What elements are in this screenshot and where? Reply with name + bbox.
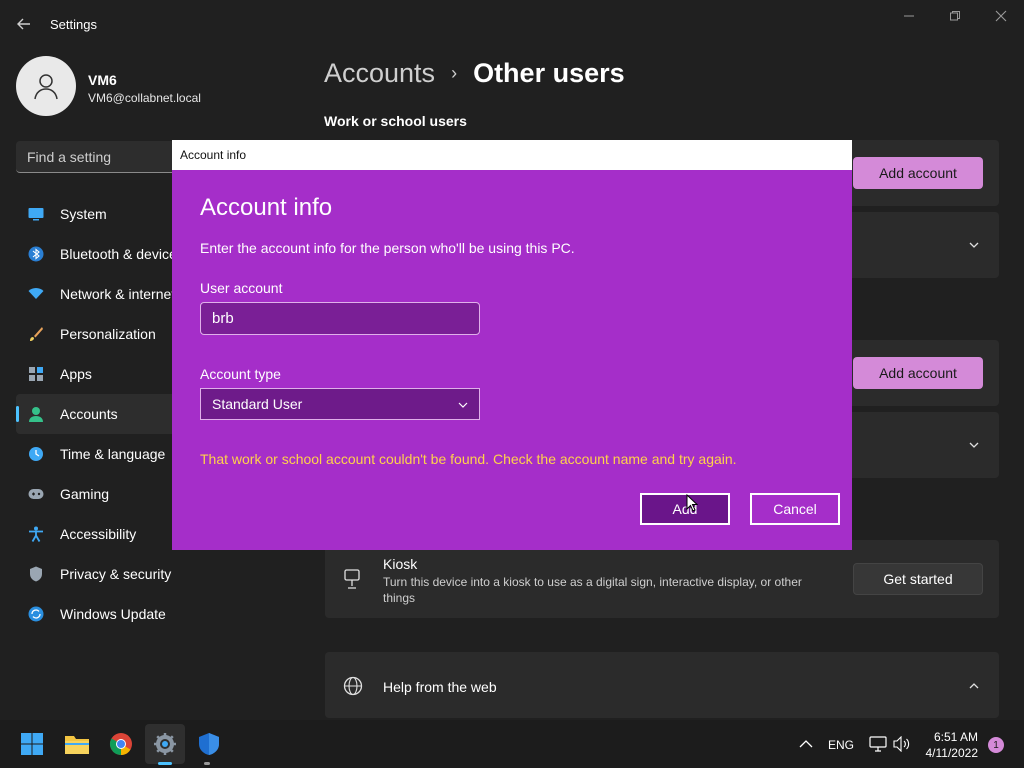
close-icon <box>995 10 1007 22</box>
active-indicator <box>158 762 172 765</box>
folder-icon <box>65 736 89 754</box>
monitor-icon <box>28 206 44 222</box>
sidebar-item-label: Gaming <box>60 486 110 502</box>
account-type-label: Account type <box>200 366 281 382</box>
volume-icon[interactable] <box>893 736 911 752</box>
chevron-up-icon[interactable] <box>968 680 980 692</box>
section-title: Work or school users <box>324 113 467 129</box>
gear-icon <box>154 733 176 755</box>
sidebar-item-label: Network & internet <box>60 286 176 302</box>
kiosk-title: Kiosk <box>383 556 418 572</box>
cancel-button[interactable]: Cancel <box>750 493 840 525</box>
sidebar-item-label: System <box>60 206 107 222</box>
defender-button[interactable] <box>195 730 223 758</box>
dialog-heading: Account info <box>200 194 333 221</box>
account-info-dialog: Account info Account info Enter the acco… <box>172 140 852 550</box>
sidebar-item-label: Accounts <box>60 406 118 422</box>
clock[interactable]: 6:51 AM 4/11/2022 <box>914 729 979 761</box>
start-button[interactable] <box>18 730 46 758</box>
close-button[interactable] <box>978 6 1024 26</box>
add-account-button[interactable]: Add account <box>853 157 983 189</box>
network-icon[interactable] <box>869 736 887 752</box>
restore-button[interactable] <box>932 6 978 26</box>
shield-icon <box>28 566 44 582</box>
chrome-icon <box>110 733 132 755</box>
breadcrumb: Accounts › Other users <box>324 58 625 89</box>
person-icon <box>34 74 58 100</box>
chevron-down-icon[interactable] <box>968 239 980 251</box>
dialog-description: Enter the account info for the person wh… <box>200 240 575 256</box>
profile-email: VM6@collabnet.local <box>88 91 201 105</box>
brush-icon <box>28 326 44 342</box>
page-title: Other users <box>473 58 625 88</box>
settings-taskbar-button[interactable] <box>151 730 179 758</box>
clock-date: 4/11/2022 <box>925 746 979 760</box>
dialog-title-bar: Account info <box>172 140 852 170</box>
chrome-button[interactable] <box>107 730 135 758</box>
chevron-down-icon[interactable] <box>968 439 980 451</box>
notification-badge[interactable]: 1 <box>988 737 1004 753</box>
sidebar-item-label: Bluetooth & devices <box>60 246 184 262</box>
sidebar-item-label: Personalization <box>60 326 156 342</box>
language-indicator[interactable]: ENG <box>828 738 854 752</box>
taskbar: ENG <box>0 720 1024 768</box>
sidebar-item-label: Privacy & security <box>60 566 172 582</box>
sidebar-item-label: Apps <box>60 366 92 382</box>
running-indicator <box>204 762 210 765</box>
account-type-value: Standard User <box>212 396 303 412</box>
add-button[interactable]: Add <box>640 493 730 525</box>
sidebar-item-label: Time & language <box>60 446 166 462</box>
error-message: That work or school account couldn't be … <box>200 451 737 467</box>
breadcrumb-parent[interactable]: Accounts <box>324 58 435 89</box>
clock-time: 6:51 AM <box>933 730 978 744</box>
help-title: Help from the web <box>383 679 497 695</box>
title-bar: Settings <box>0 0 1024 48</box>
file-explorer-button[interactable] <box>63 730 91 758</box>
accessibility-icon <box>28 526 44 542</box>
update-icon <box>28 606 44 622</box>
clock-globe-icon <box>28 446 44 462</box>
avatar[interactable] <box>16 56 76 116</box>
account-type-select[interactable]: Standard User <box>200 388 480 420</box>
shield-icon <box>199 733 219 755</box>
profile-name: VM6 <box>88 72 117 88</box>
wifi-icon <box>28 286 44 302</box>
person-icon <box>28 406 44 422</box>
breadcrumb-separator: › <box>451 63 458 83</box>
chevron-down-icon <box>458 402 468 408</box>
restore-icon <box>950 11 960 21</box>
minimize-button[interactable] <box>886 6 932 26</box>
sidebar-item-label: Windows Update <box>60 606 166 622</box>
windows-logo-icon <box>21 733 43 755</box>
minimize-icon <box>904 15 914 17</box>
chevron-up-icon[interactable] <box>799 738 813 750</box>
gamepad-icon <box>28 486 44 502</box>
add-other-user-button[interactable]: Add account <box>853 357 983 389</box>
back-arrow-icon[interactable] <box>12 12 36 36</box>
apps-icon <box>28 366 44 382</box>
sidebar-item-windows-update[interactable]: Windows Update <box>16 594 306 634</box>
sidebar-item-privacy-security[interactable]: Privacy & security <box>16 554 306 594</box>
app-title: Settings <box>50 17 97 32</box>
bluetooth-icon <box>28 246 44 262</box>
kiosk-icon <box>344 569 360 589</box>
get-started-button[interactable]: Get started <box>853 563 983 595</box>
mouse-cursor-icon <box>686 494 698 512</box>
kiosk-description: Turn this device into a kiosk to use as … <box>383 575 802 605</box>
globe-icon <box>343 676 363 696</box>
user-account-label: User account <box>200 280 283 296</box>
sidebar-item-label: Accessibility <box>60 526 137 542</box>
user-account-input[interactable]: brb <box>200 302 480 335</box>
